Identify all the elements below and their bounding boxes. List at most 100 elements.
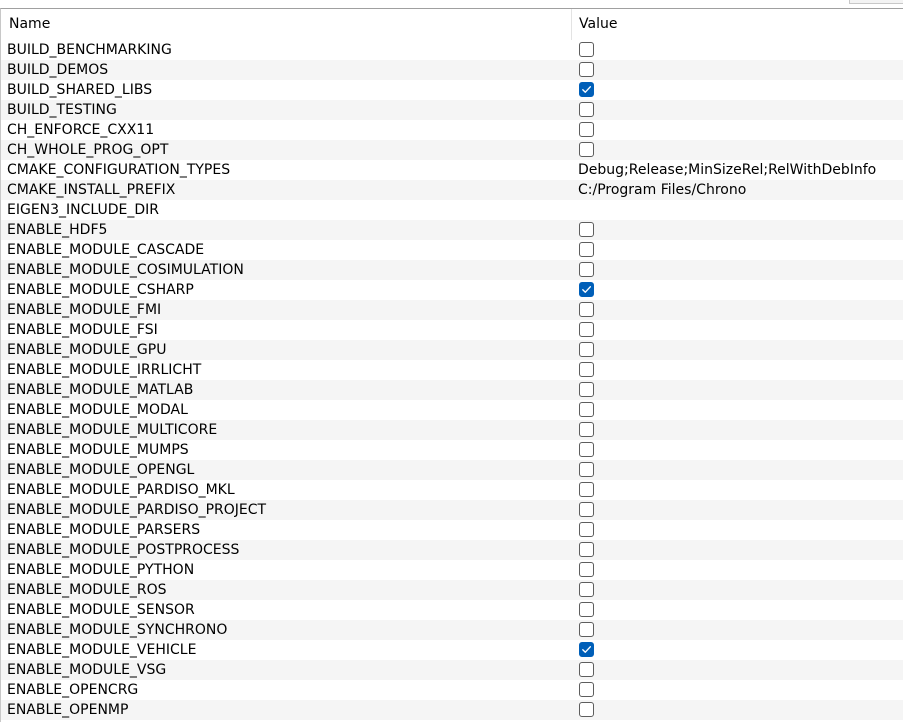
checkbox-unchecked[interactable] [579,682,594,697]
variable-value-checkbox-cell[interactable] [572,420,903,440]
checkbox-unchecked[interactable] [579,582,594,597]
table-row[interactable]: ENABLE_MODULE_MATLAB [1,380,903,400]
variable-value-checkbox-cell[interactable] [572,460,903,480]
variable-value-text[interactable] [572,200,903,220]
variable-value-checkbox-cell[interactable] [572,280,903,300]
variable-value-checkbox-cell[interactable] [572,640,903,660]
variable-value-checkbox-cell[interactable] [572,660,903,680]
variable-value-text[interactable]: Debug;Release;MinSizeRel;RelWithDebInfo [572,160,903,180]
variable-value-checkbox-cell[interactable] [572,100,903,120]
checkbox-unchecked[interactable] [579,442,594,457]
variable-value-checkbox-cell[interactable] [572,320,903,340]
checkbox-unchecked[interactable] [579,702,594,717]
table-row[interactable]: ENABLE_HDF5 [1,220,903,240]
checkbox-unchecked[interactable] [579,562,594,577]
variable-value-checkbox-cell[interactable] [572,120,903,140]
table-row[interactable]: ENABLE_MODULE_CSHARP [1,280,903,300]
table-row[interactable]: ENABLE_MODULE_GPU [1,340,903,360]
variable-value-checkbox-cell[interactable] [572,240,903,260]
variable-value-checkbox-cell[interactable] [572,480,903,500]
checkbox-unchecked[interactable] [579,62,594,77]
table-row[interactable]: ENABLE_MODULE_COSIMULATION [1,260,903,280]
table-row[interactable]: ENABLE_MODULE_PARSERS [1,520,903,540]
table-row[interactable]: ENABLE_MODULE_FSI [1,320,903,340]
variable-value-checkbox-cell[interactable] [572,580,903,600]
checkbox-unchecked[interactable] [579,222,594,237]
checkbox-unchecked[interactable] [579,542,594,557]
checkbox-unchecked[interactable] [579,382,594,397]
table-row[interactable]: ENABLE_MODULE_PYTHON [1,560,903,580]
table-row[interactable]: BUILD_DEMOS [1,60,903,80]
checkbox-checked[interactable] [579,282,594,297]
table-row[interactable]: ENABLE_MODULE_CASCADE [1,240,903,260]
table-row[interactable]: CH_WHOLE_PROG_OPT [1,140,903,160]
table-row[interactable]: EIGEN3_INCLUDE_DIR [1,200,903,220]
checkbox-unchecked[interactable] [579,662,594,677]
table-row[interactable]: ENABLE_OPENMP [1,700,903,720]
table-row[interactable]: BUILD_SHARED_LIBS [1,80,903,100]
checkbox-unchecked[interactable] [579,42,594,57]
table-row[interactable]: ENABLE_MODULE_VSG [1,660,903,680]
table-row[interactable]: ENABLE_MODULE_MULTICORE [1,420,903,440]
variable-value-checkbox-cell[interactable] [572,440,903,460]
checkbox-unchecked[interactable] [579,262,594,277]
table-row[interactable]: ENABLE_MODULE_OPENGL [1,460,903,480]
variable-value-checkbox-cell[interactable] [572,340,903,360]
variable-value-checkbox-cell[interactable] [572,80,903,100]
table-row[interactable]: ENABLE_MODULE_PARDISO_PROJECT [1,500,903,520]
table-row[interactable]: BUILD_TESTING [1,100,903,120]
variable-value-checkbox-cell[interactable] [572,60,903,80]
checkbox-unchecked[interactable] [579,422,594,437]
table-row[interactable]: BUILD_BENCHMARKING [1,40,903,60]
table-row[interactable]: ENABLE_OPENCRG [1,680,903,700]
table-row[interactable]: ENABLE_MODULE_SYNCHRONO [1,620,903,640]
checkbox-unchecked[interactable] [579,462,594,477]
table-row[interactable]: CMAKE_CONFIGURATION_TYPES Debug;Release;M… [1,160,903,180]
variable-value-checkbox-cell[interactable] [572,520,903,540]
checkbox-checked[interactable] [579,642,594,657]
variable-value-checkbox-cell[interactable] [572,40,903,60]
variable-value-checkbox-cell[interactable] [572,260,903,280]
variable-value-checkbox-cell[interactable] [572,220,903,240]
variable-value-text[interactable]: C:/Program Files/Chrono [572,180,903,200]
checkbox-unchecked[interactable] [579,242,594,257]
variable-value-checkbox-cell[interactable] [572,380,903,400]
table-row[interactable]: CH_ENFORCE_CXX11 [1,120,903,140]
table-row[interactable]: ENABLE_MODULE_POSTPROCESS [1,540,903,560]
checkbox-unchecked[interactable] [579,142,594,157]
table-row[interactable]: ENABLE_MODULE_PARDISO_MKL [1,480,903,500]
variable-value-checkbox-cell[interactable] [572,300,903,320]
checkbox-unchecked[interactable] [579,342,594,357]
variable-value-checkbox-cell[interactable] [572,400,903,420]
column-header-value[interactable]: Value [572,9,903,40]
variable-value-checkbox-cell[interactable] [572,540,903,560]
variable-value-checkbox-cell[interactable] [572,600,903,620]
checkbox-unchecked[interactable] [579,122,594,137]
checkbox-unchecked[interactable] [579,402,594,417]
table-row[interactable]: ENABLE_MODULE_ROS [1,580,903,600]
checkbox-unchecked[interactable] [579,482,594,497]
variable-value-checkbox-cell[interactable] [572,140,903,160]
table-row[interactable]: ENABLE_MODULE_MUMPS [1,440,903,460]
checkbox-checked[interactable] [579,82,594,97]
table-row[interactable]: CMAKE_INSTALL_PREFIX C:/Program Files/Chr… [1,180,903,200]
variable-value-checkbox-cell[interactable] [572,700,903,720]
variable-value-checkbox-cell[interactable] [572,620,903,640]
variable-value-checkbox-cell[interactable] [572,500,903,520]
variable-value-checkbox-cell[interactable] [572,560,903,580]
checkbox-unchecked[interactable] [579,522,594,537]
checkbox-unchecked[interactable] [579,502,594,517]
table-row[interactable]: ENABLE_MODULE_SENSOR [1,600,903,620]
checkbox-unchecked[interactable] [579,362,594,377]
checkbox-unchecked[interactable] [579,322,594,337]
checkbox-unchecked[interactable] [579,102,594,117]
variable-value-checkbox-cell[interactable] [572,680,903,700]
checkbox-unchecked[interactable] [579,622,594,637]
checkbox-unchecked[interactable] [579,302,594,317]
table-row[interactable]: ENABLE_MODULE_FMI [1,300,903,320]
variable-value-checkbox-cell[interactable] [572,360,903,380]
checkbox-unchecked[interactable] [579,602,594,617]
table-row[interactable]: ENABLE_MODULE_MODAL [1,400,903,420]
table-row[interactable]: ENABLE_MODULE_IRRLICHT [1,360,903,380]
table-row[interactable]: ENABLE_MODULE_VEHICLE [1,640,903,660]
